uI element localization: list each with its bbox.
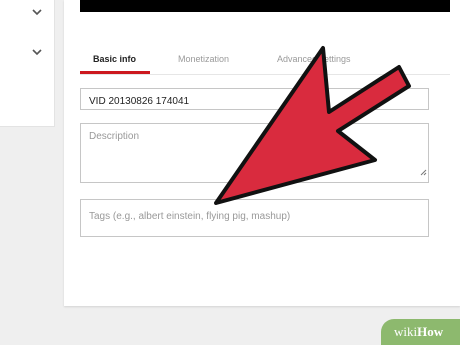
arrow-shape: [214, 46, 411, 205]
watermark-logo: wikiHow: [394, 324, 444, 339]
pointer-arrow-icon: [214, 46, 411, 205]
